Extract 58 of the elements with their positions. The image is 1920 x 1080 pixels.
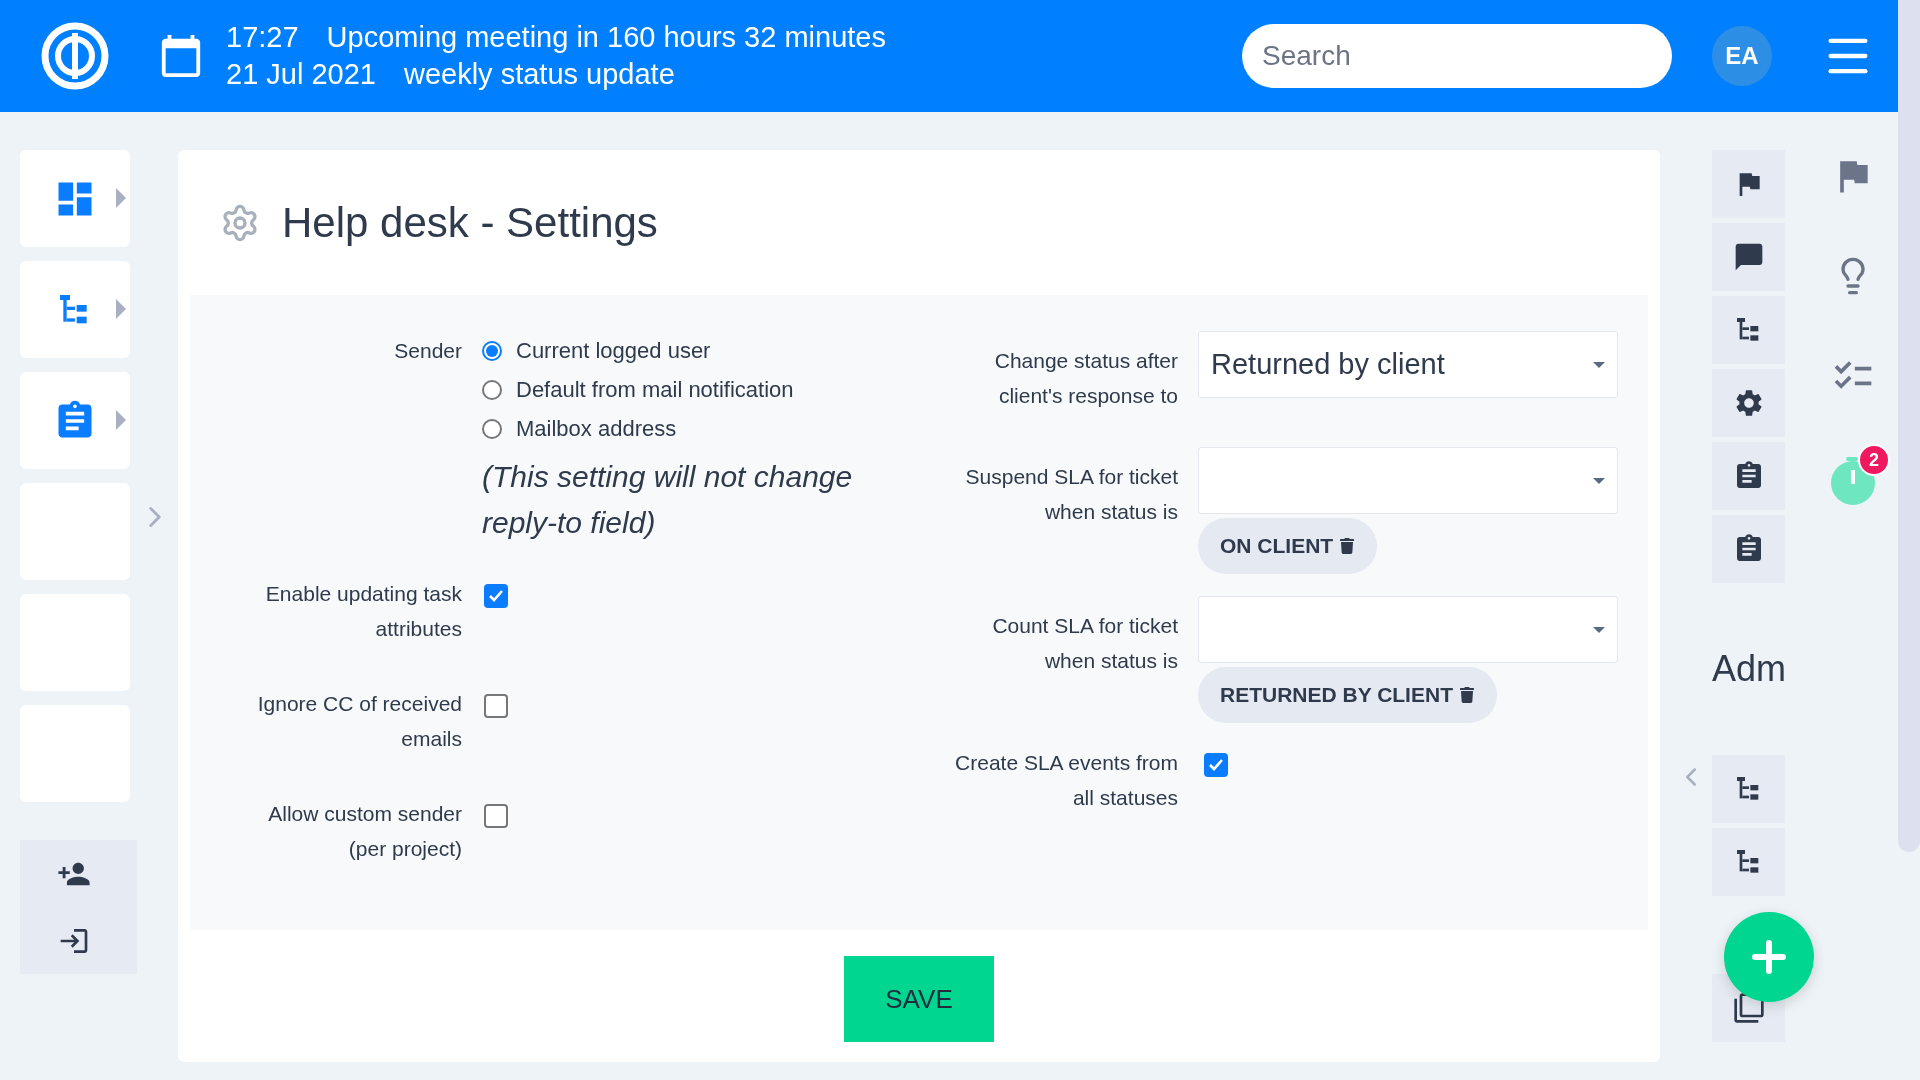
field-label: Create SLA events from all statuses <box>954 750 1178 811</box>
field-label: Enable updating task attributes <box>264 581 462 642</box>
radio-button[interactable] <box>482 418 502 439</box>
section-heading: Adm <box>1712 647 1785 691</box>
checkbox[interactable] <box>484 804 508 828</box>
caret-icon[interactable] <box>116 299 126 319</box>
tree-button[interactable] <box>1712 828 1785 896</box>
meeting-time: 17:27 <box>226 20 299 55</box>
meeting-countdown: Upcoming meeting in 160 hours 32 minutes <box>326 20 886 55</box>
trash-icon[interactable] <box>1458 687 1475 703</box>
clipboard-button[interactable] <box>1712 442 1785 510</box>
caret-icon <box>1593 361 1605 368</box>
select-field[interactable] <box>1198 447 1618 514</box>
hint-text: (This setting will not change reply-to field) <box>482 459 854 541</box>
sidebar-card[interactable] <box>20 150 130 247</box>
chat-button[interactable] <box>1712 223 1785 291</box>
scrollbar[interactable] <box>1898 0 1920 852</box>
sidebar-card[interactable] <box>20 261 130 358</box>
checkbox[interactable] <box>484 584 508 608</box>
settings-button[interactable] <box>1712 369 1785 437</box>
field-label: Ignore CC of received emails <box>256 691 462 752</box>
checkbox[interactable] <box>1204 753 1228 777</box>
tree-button[interactable] <box>1712 755 1785 823</box>
field-label: Sender <box>393 338 462 364</box>
meeting-title[interactable]: weekly status update <box>403 56 675 93</box>
field-label: Allow custom sender (per project) <box>267 801 462 862</box>
caret-icon[interactable] <box>116 410 126 430</box>
flag-button[interactable] <box>1712 150 1785 218</box>
sidebar-card[interactable] <box>20 372 130 469</box>
radio-option[interactable]: Default from mail notification <box>482 370 862 409</box>
clipboard-button[interactable] <box>1712 515 1785 583</box>
field-label: Count SLA for ticket when status is <box>991 613 1178 674</box>
caret-icon[interactable] <box>116 188 126 208</box>
radio-option[interactable]: Current logged user <box>482 331 862 370</box>
radio-button[interactable] <box>482 379 502 400</box>
caret-icon <box>1593 477 1605 484</box>
status-tag: RETURNED BY CLIENT <box>1198 667 1497 723</box>
tree-button[interactable] <box>1712 296 1785 364</box>
field-label: Suspend SLA for ticket when status is <box>964 464 1178 525</box>
radio-label: Default from mail notification <box>516 376 794 403</box>
status-tag: ON CLIENT <box>1198 518 1378 574</box>
notification-badge: 2 <box>1858 444 1890 476</box>
logo[interactable] <box>40 21 110 91</box>
radio-option[interactable]: Mailbox address <box>482 409 862 448</box>
meeting-date: 21 Jul 2021 <box>226 57 376 92</box>
radio-button[interactable] <box>482 340 502 361</box>
settings-icon <box>220 202 260 243</box>
trash-icon[interactable] <box>1339 538 1356 554</box>
select-field[interactable] <box>1198 596 1618 663</box>
caret-icon <box>1593 626 1605 633</box>
page-title: Help desk - Settings <box>282 198 658 247</box>
radio-label: Current logged user <box>516 337 711 364</box>
select-field[interactable]: Returned by client <box>1198 331 1618 398</box>
save-button[interactable]: SAVE <box>844 956 994 1042</box>
field-label: Change status after client's response to <box>993 348 1178 409</box>
checkbox[interactable] <box>484 694 508 718</box>
radio-label: Mailbox address <box>516 415 677 442</box>
search-field[interactable]: Search <box>1242 24 1672 88</box>
